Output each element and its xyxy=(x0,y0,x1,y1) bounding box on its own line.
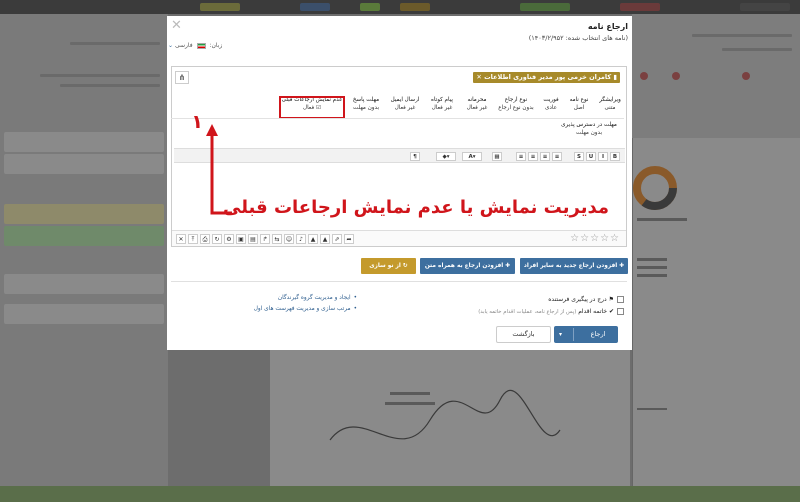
underline-button[interactable]: U xyxy=(586,152,596,161)
user-icon: ▮ xyxy=(611,73,617,81)
italic-button[interactable]: I xyxy=(598,152,608,161)
option-referral-type[interactable]: نوع ارجاع بدون نوع ارجاع xyxy=(496,96,536,112)
rating-stars[interactable]: ☆☆☆☆☆ xyxy=(570,233,620,244)
finish-action-check[interactable]: ✔ خاتمه اقدام (پس از ارجاع نامه، عملیات … xyxy=(478,308,624,315)
referral-options: ویرایشگر متنی نوع نامه اصل فوریت عادی نو… xyxy=(171,96,624,148)
flag-icon: ⚑ xyxy=(606,296,614,303)
recipient-name: کامران خرمی پور مدیر فناوری اطلاعات xyxy=(484,73,612,81)
modal-title: ارجاع نامه xyxy=(587,22,628,31)
format-toolbar: B I U S ≡ ≡ ≡ ≡ ▦ A▾ ◆▾ ¶ xyxy=(174,148,625,163)
language-label: زبان: xyxy=(209,42,223,49)
align-center-button[interactable]: ≡ xyxy=(540,152,550,161)
send-referral-button[interactable]: ارجاع ▾ xyxy=(554,326,618,343)
emoji-icon[interactable]: ☺ xyxy=(284,234,294,244)
option-response-deadline[interactable]: مهلت پاسخ بدون مهلت xyxy=(348,96,384,112)
back-button[interactable]: بازگشت xyxy=(496,326,551,343)
track-checkbox[interactable] xyxy=(617,296,624,303)
mic-icon[interactable]: ♪ xyxy=(296,234,306,244)
table-button[interactable]: ▦ xyxy=(492,152,502,161)
image-icon[interactable]: ▣ xyxy=(236,234,246,244)
add-referral-others-button[interactable]: ✚ افزودن ارجاع جدید به سایر افراد xyxy=(520,258,628,274)
sitemap-icon: ⋔ xyxy=(178,73,186,82)
language-selector[interactable]: زبان: فارسی ⌄ xyxy=(168,42,222,49)
option-email[interactable]: ارسال ایمیل غیر فعال xyxy=(387,96,423,112)
option-priority[interactable]: فوریت عادی xyxy=(538,96,564,112)
close-icon[interactable]: ✕ xyxy=(171,19,182,32)
caret-down-icon[interactable]: ▾ xyxy=(559,326,562,343)
annotation-number: ۱ xyxy=(191,111,203,133)
strike-button[interactable]: S xyxy=(574,152,584,161)
lock-icon[interactable]: ▲ xyxy=(308,234,318,244)
forward-icon[interactable]: ↱ xyxy=(260,234,270,244)
attach-icon[interactable]: ⎙ xyxy=(200,234,210,244)
option-letter-type[interactable]: نوع نامه اصل xyxy=(566,96,592,112)
clear-icon[interactable]: ✕ xyxy=(176,234,186,244)
annotation-text: مدیریت نمایش یا عدم نمایش ارجاعات قبلی xyxy=(223,197,609,218)
referral-editor: ⋔ ▮ کامران خرمی پور مدیر فناوری اطلاعات … xyxy=(171,66,627,247)
plus-icon: ✚ xyxy=(503,263,511,269)
option-sms[interactable]: پیام کوتاه غیر فعال xyxy=(426,96,458,112)
bold-button[interactable]: B xyxy=(610,152,620,161)
paragraph-button[interactable]: ¶ xyxy=(410,152,420,161)
track-sender-check[interactable]: ⚑ درج در پیگیری فرستنده xyxy=(548,296,624,303)
finish-checkbox[interactable] xyxy=(617,308,624,315)
settings-icon[interactable]: ⚙ xyxy=(224,234,234,244)
lock-alt-icon[interactable]: ▲ xyxy=(320,234,330,244)
option-confidential[interactable]: محرمانه غیر فعال xyxy=(461,96,493,112)
refresh-icon[interactable]: ↻ xyxy=(212,234,222,244)
sort-lists-link[interactable]: •مرتب سازی و مدیریت فهرست های اول xyxy=(197,306,357,312)
remove-recipient-icon[interactable]: ✕ xyxy=(476,73,481,81)
option-editor[interactable]: ویرایشگر متنی xyxy=(596,96,624,112)
align-right-button[interactable]: ≡ xyxy=(552,152,562,161)
check-icon: ✔ xyxy=(607,308,614,315)
chevron-down-icon: ⌄ xyxy=(168,42,174,49)
add-referral-text-button[interactable]: ✚ افزودن ارجاع به همراه متن xyxy=(420,258,515,274)
refresh-icon: ↻ xyxy=(400,263,408,269)
iran-flag-icon xyxy=(196,42,206,49)
referral-modal: ✕ ارجاع نامه (نامه های انتخاب شده: ۱۴۰۳/… xyxy=(167,16,632,350)
send-arrow-icon[interactable]: ➦ xyxy=(344,234,354,244)
link-icon[interactable]: ⇆ xyxy=(272,234,282,244)
sign-icon[interactable]: ⇗ xyxy=(332,234,342,244)
template-icon[interactable]: ▤ xyxy=(248,234,258,244)
font-color-button[interactable]: A▾ xyxy=(462,152,482,161)
plus-icon: ✚ xyxy=(617,263,625,269)
upload-icon[interactable]: ⤒ xyxy=(188,234,198,244)
from-scratch-button[interactable]: ↻ از نو سازی xyxy=(361,258,416,274)
highlight-color-button[interactable]: ◆▾ xyxy=(436,152,456,161)
align-left-button[interactable]: ≡ xyxy=(528,152,538,161)
option-availability-deadline[interactable]: مهلت در دسترس پذیری بدون مهلت xyxy=(554,121,624,137)
justify-button[interactable]: ≡ xyxy=(516,152,526,161)
language-value: فارسی xyxy=(174,42,193,49)
modal-subtitle: (نامه های انتخاب شده: ۱۴۰۳/۲/۹۵۲) xyxy=(528,34,628,42)
highlight-box xyxy=(279,96,345,119)
org-tree-button[interactable]: ⋔ xyxy=(175,71,189,84)
editor-bottom-bar: ✕ ⤒ ⎙ ↻ ⚙ ▣ ▤ ↱ ⇆ ☺ ♪ ▲ ▲ ⇗ ➦ ☆☆☆☆☆ xyxy=(172,230,626,246)
recipient-tag[interactable]: ▮ کامران خرمی پور مدیر فناوری اطلاعات ✕ xyxy=(473,72,620,83)
manage-groups-link[interactable]: •ایجاد و مدیریت گروه گیرندگان xyxy=(197,295,357,301)
